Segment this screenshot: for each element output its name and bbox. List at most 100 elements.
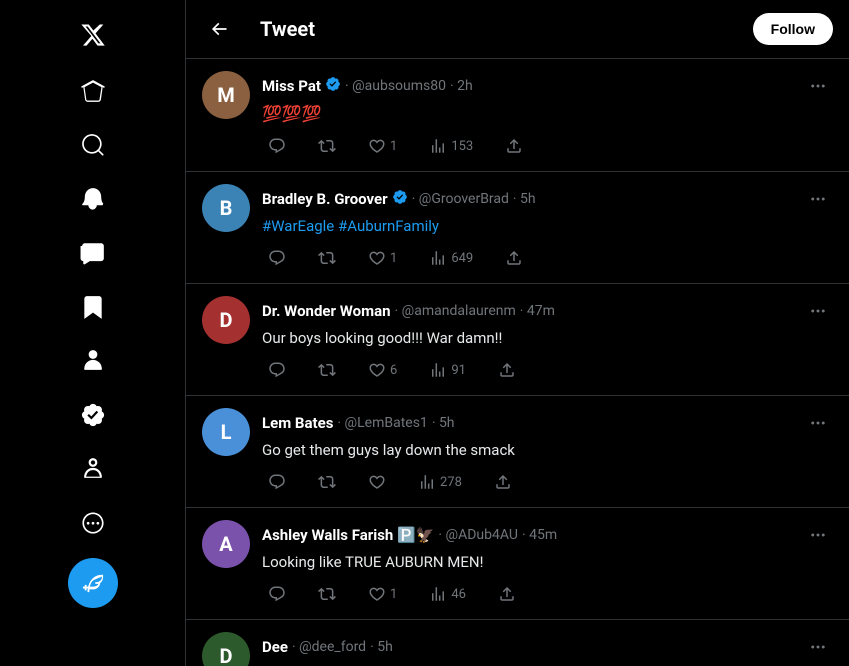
twitter-logo-icon[interactable]: [68, 10, 118, 60]
display-name: Bradley B. Groover: [262, 190, 388, 208]
display-name: Dee: [262, 638, 288, 656]
reply-button[interactable]: [262, 245, 292, 271]
more-options-button[interactable]: [803, 632, 833, 662]
sidebar: [0, 0, 186, 666]
views-button[interactable]: 46: [423, 581, 472, 607]
tweet-body: Ashley Walls Farish 🅿️🦅 · @ADub4AU · 45m…: [262, 520, 833, 607]
tweet-row[interactable]: M Miss Pat · @aubsoums80 · 2h: [186, 59, 849, 172]
tweet-actions: 1 153: [262, 133, 833, 159]
user-handle: · @ADub4AU: [438, 527, 518, 543]
more-options-button[interactable]: [803, 71, 833, 101]
tweet-time: · 47m: [520, 303, 555, 319]
home-icon[interactable]: [68, 66, 118, 116]
avatar: A: [202, 520, 250, 568]
reply-button[interactable]: [262, 581, 292, 607]
views-button[interactable]: 649: [423, 245, 479, 271]
user-info: Dr. Wonder Woman · @amandalaurenm · 47m: [262, 302, 555, 320]
tweet-time: · 5h: [370, 639, 393, 655]
back-button[interactable]: [202, 12, 236, 46]
user-handle: · @LemBates1: [337, 415, 427, 431]
views-button[interactable]: 91: [423, 357, 472, 383]
like-button[interactable]: 1: [362, 245, 403, 271]
tweet-meta: Dee · @dee_ford · 5h: [262, 632, 833, 662]
tweet-time: · 2h: [450, 78, 473, 94]
display-name: Ashley Walls Farish 🅿️🦅: [262, 526, 434, 544]
tweet-actions: 1 649: [262, 245, 833, 271]
like-button[interactable]: 6: [362, 357, 403, 383]
tweet-row[interactable]: B Bradley B. Groover · @GrooverBrad · 5h: [186, 172, 849, 284]
avatar: D: [202, 632, 250, 666]
share-button[interactable]: [499, 245, 529, 271]
follow-button[interactable]: Follow: [753, 13, 833, 45]
tweet-body: Lem Bates · @LemBates1 · 5h Go get them …: [262, 408, 833, 495]
tweet-meta: Miss Pat · @aubsoums80 · 2h: [262, 71, 833, 101]
tweet-row[interactable]: D Dr. Wonder Woman · @amandalaurenm · 47…: [186, 284, 849, 396]
share-button[interactable]: [492, 357, 522, 383]
user-info: Dee · @dee_ford · 5h: [262, 638, 393, 656]
retweet-button[interactable]: [312, 133, 342, 159]
reply-button[interactable]: [262, 469, 292, 495]
views-button[interactable]: 278: [412, 469, 468, 495]
tweet-time: · 45m: [522, 527, 557, 543]
tweet-row[interactable]: D Dee · @dee_ford · 5h: [186, 620, 849, 666]
tweet-text: Looking like TRUE AUBURN MEN!: [262, 552, 833, 573]
likes-count: 1: [390, 251, 397, 266]
communities-icon[interactable]: [68, 336, 118, 386]
like-button[interactable]: [362, 469, 392, 495]
share-button[interactable]: [488, 469, 518, 495]
views-count: 153: [451, 139, 473, 154]
profile-icon[interactable]: [68, 444, 118, 494]
search-icon[interactable]: [68, 120, 118, 170]
likes-count: 1: [390, 587, 397, 602]
tweet-body: Bradley B. Groover · @GrooverBrad · 5h #…: [262, 184, 833, 271]
retweet-button[interactable]: [312, 469, 342, 495]
tweet-body: Miss Pat · @aubsoums80 · 2h 💯💯💯: [262, 71, 833, 159]
tweet-time: · 5h: [432, 415, 455, 431]
views-count: 91: [451, 363, 466, 378]
reply-button[interactable]: [262, 133, 292, 159]
notifications-icon[interactable]: [68, 174, 118, 224]
retweet-button[interactable]: [312, 581, 342, 607]
bookmarks-icon[interactable]: [68, 282, 118, 332]
like-button[interactable]: 1: [362, 133, 403, 159]
reply-button[interactable]: [262, 357, 292, 383]
page-title: Tweet: [260, 17, 315, 41]
views-count: 278: [440, 475, 462, 490]
user-handle: · @amandalaurenm: [395, 303, 516, 319]
user-info: Bradley B. Groover · @GrooverBrad · 5h: [262, 189, 536, 209]
compose-button[interactable]: [68, 558, 118, 608]
retweet-button[interactable]: [312, 357, 342, 383]
tweet-meta: Dr. Wonder Woman · @amandalaurenm · 47m: [262, 296, 833, 326]
display-name: Dr. Wonder Woman: [262, 302, 391, 320]
more-options-button[interactable]: [803, 520, 833, 550]
views-button[interactable]: 153: [423, 133, 479, 159]
user-handle: · @GrooverBrad: [412, 191, 509, 207]
tweet-actions: 6 91: [262, 357, 833, 383]
more-icon[interactable]: [68, 498, 118, 548]
retweet-button[interactable]: [312, 245, 342, 271]
tweet-body: Dr. Wonder Woman · @amandalaurenm · 47m …: [262, 296, 833, 383]
share-button[interactable]: [492, 581, 522, 607]
user-info: Lem Bates · @LemBates1 · 5h: [262, 414, 455, 432]
tweet-row[interactable]: A Ashley Walls Farish 🅿️🦅 · @ADub4AU · 4…: [186, 508, 849, 620]
verified-badge: [325, 76, 341, 96]
views-count: 649: [451, 251, 473, 266]
tweet-list: M Miss Pat · @aubsoums80 · 2h: [186, 59, 849, 666]
like-button[interactable]: 1: [362, 581, 403, 607]
tweet-time: · 5h: [513, 191, 536, 207]
verified-icon[interactable]: [68, 390, 118, 440]
user-handle: · @aubsoums80: [345, 78, 446, 94]
main-content: Tweet Follow M Miss Pat · @aubsoums80 · …: [186, 0, 849, 666]
user-info: Miss Pat · @aubsoums80 · 2h: [262, 76, 473, 96]
display-name: Miss Pat: [262, 77, 321, 95]
more-options-button[interactable]: [803, 184, 833, 214]
avatar: L: [202, 408, 250, 456]
more-options-button[interactable]: [803, 296, 833, 326]
share-button[interactable]: [499, 133, 529, 159]
messages-icon[interactable]: [68, 228, 118, 278]
avatar: M: [202, 71, 250, 119]
views-count: 46: [451, 587, 466, 602]
display-name: Lem Bates: [262, 414, 333, 432]
more-options-button[interactable]: [803, 408, 833, 438]
tweet-row[interactable]: L Lem Bates · @LemBates1 · 5h Go get the…: [186, 396, 849, 508]
